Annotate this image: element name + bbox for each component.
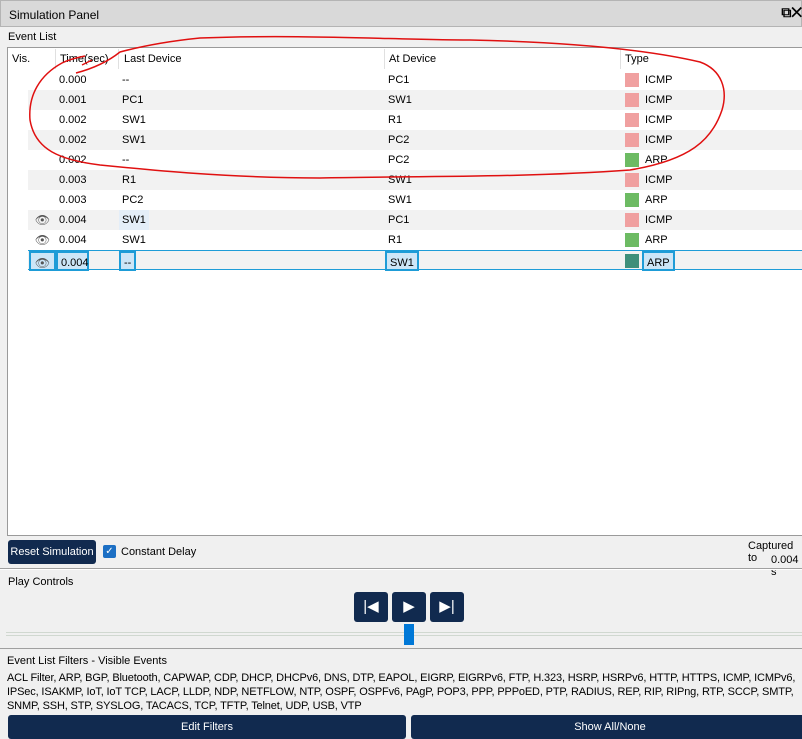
type-color-swatch — [625, 153, 639, 167]
at-device-cell: SW1 — [388, 194, 412, 206]
time-cell: 0.004 — [56, 251, 89, 271]
filters-list: ACL Filter, ARP, BGP, Bluetooth, CAPWAP,… — [7, 672, 796, 712]
at-device-cell: SW1 — [388, 174, 412, 186]
type-cell: ICMP — [645, 74, 673, 86]
title-bar-icons: ⧉✕ — [781, 4, 802, 21]
captured-value: 0.004 s — [771, 554, 799, 578]
type-color-swatch — [625, 133, 639, 147]
at-device-cell: R1 — [388, 234, 403, 246]
last-device-cell: PC1 — [122, 94, 144, 106]
last-device-cell: SW1 — [122, 234, 146, 246]
table-row[interactable]: 0.001 PC1 SW1 ICMP — [28, 90, 802, 110]
skip-forward-icon[interactable]: ▶| — [430, 592, 464, 622]
time-cell: 0.004 — [59, 234, 87, 246]
time-cell: 0.002 — [59, 154, 87, 166]
at-device-cell: PC1 — [388, 214, 410, 226]
last-device-cell: R1 — [122, 174, 137, 186]
type-color-swatch — [625, 213, 639, 227]
title-bar: Simulation Panel — [0, 0, 802, 27]
col-at-device[interactable]: At Device — [385, 49, 621, 69]
type-color-swatch — [625, 193, 639, 207]
event-list-label: Event List — [8, 31, 57, 43]
table-row[interactable]: 0.002 SW1 R1 ICMP — [8, 110, 802, 130]
last-device-cell: -- — [119, 251, 137, 271]
table-row[interactable]: 0.000 -- PC1 ICMP — [8, 70, 802, 90]
table-row[interactable]: 👁 0.004 SW1 R1 ARP — [8, 230, 802, 250]
table-row[interactable]: 👁 0.004 SW1 PC1 ICMP — [28, 210, 802, 230]
at-device-cell: R1 — [388, 114, 403, 126]
at-device-cell: PC1 — [388, 74, 410, 86]
col-type[interactable]: Type — [621, 49, 802, 69]
close-icon[interactable]: ✕ — [791, 4, 802, 20]
type-cell: ICMP — [645, 214, 673, 226]
last-device-cell: -- — [122, 74, 130, 86]
at-device-cell: PC2 — [388, 134, 410, 146]
show-all-none-button[interactable]: Show All/None — [411, 715, 802, 739]
type-color-swatch — [625, 233, 639, 247]
last-device-cell: SW1 — [122, 134, 146, 146]
type-cell: ARP — [645, 234, 668, 246]
filters-label: Event List Filters - Visible Events — [7, 655, 167, 667]
restore-window-icon[interactable]: ⧉ — [781, 4, 791, 20]
type-cell: ARP — [645, 194, 668, 206]
table-header: Vis. Time(sec) Last Device At Device Typ… — [8, 49, 802, 69]
type-color-swatch — [625, 254, 639, 268]
reset-simulation-button[interactable]: Reset Simulation — [8, 540, 96, 564]
time-cell: 0.002 — [59, 134, 87, 146]
type-cell: ICMP — [645, 134, 673, 146]
type-cell: ICMP — [645, 174, 673, 186]
at-device-cell: PC2 — [388, 154, 410, 166]
col-vis[interactable]: Vis. — [8, 49, 56, 69]
last-device-cell: SW1 — [122, 114, 146, 126]
time-cell: 0.003 — [59, 174, 87, 186]
col-time[interactable]: Time(sec) — [56, 49, 119, 69]
eye-icon[interactable]: 👁 — [29, 210, 56, 230]
eye-icon[interactable]: 👁 — [29, 251, 56, 271]
constant-delay-checkbox[interactable]: ✓ — [103, 545, 116, 558]
table-row[interactable]: 0.002 SW1 PC2 ICMP — [28, 130, 802, 150]
type-color-swatch — [625, 113, 639, 127]
play-controls-label: Play Controls — [8, 576, 74, 588]
type-cell: ICMP — [645, 114, 673, 126]
table-row[interactable]: 0.003 R1 SW1 ICMP — [28, 170, 802, 190]
last-device-cell: -- — [122, 154, 130, 166]
time-cell: 0.002 — [59, 114, 87, 126]
type-color-swatch — [625, 73, 639, 87]
type-color-swatch — [625, 93, 639, 107]
window-title: Simulation Panel — [9, 8, 100, 22]
type-cell: ICMP — [645, 94, 673, 106]
time-cell: 0.003 — [59, 194, 87, 206]
at-device-cell: SW1 — [385, 251, 419, 271]
type-color-swatch — [625, 173, 639, 187]
skip-back-icon[interactable]: |◀ — [354, 592, 388, 622]
time-cell: 0.000 — [59, 74, 87, 86]
time-cell: 0.001 — [59, 94, 87, 106]
edit-filters-button[interactable]: Edit Filters — [8, 715, 406, 739]
table-row[interactable]: 0.002 -- PC2 ARP — [8, 150, 802, 170]
constant-delay-label: Constant Delay — [121, 546, 197, 558]
event-list-table: Vis. Time(sec) Last Device At Device Typ… — [7, 47, 802, 536]
play-icon[interactable]: ▶ — [392, 592, 426, 622]
time-cell: 0.004 — [59, 214, 87, 226]
at-device-cell: SW1 — [388, 94, 412, 106]
eye-icon[interactable]: 👁 — [29, 230, 56, 250]
type-cell: ARP — [642, 251, 675, 271]
last-device-cell: SW1 — [119, 210, 149, 230]
slider-thumb[interactable] — [404, 624, 414, 645]
divider — [0, 648, 802, 650]
type-cell: ARP — [645, 154, 668, 166]
table-row[interactable]: 👁 0.004 -- SW1 ARP — [28, 250, 802, 271]
col-last-device[interactable]: Last Device — [119, 49, 385, 69]
divider — [0, 568, 802, 570]
table-row[interactable]: 0.003 PC2 SW1 ARP — [8, 190, 802, 210]
last-device-cell: PC2 — [122, 194, 144, 206]
